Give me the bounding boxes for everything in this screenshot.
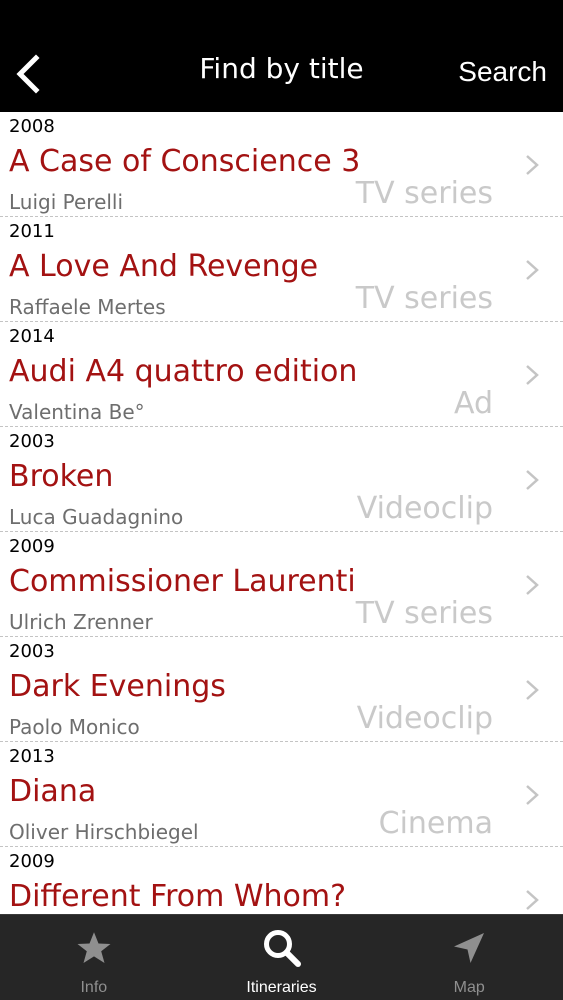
- film-type: Ad: [453, 386, 493, 421]
- navigation-bar: Find by title Search: [0, 0, 563, 112]
- list-item[interactable]: 2009 Commissioner Laurenti Ulrich Zrenne…: [0, 532, 563, 637]
- list-item[interactable]: 2003 Broken Luca Guadagnino Videoclip: [0, 427, 563, 532]
- film-title: Broken: [9, 459, 114, 494]
- list-item[interactable]: 2013 Diana Oliver Hirschbiegel Cinema: [0, 742, 563, 847]
- film-year: 2008: [9, 116, 55, 137]
- tab-itineraries[interactable]: Itineraries: [188, 915, 376, 1000]
- list-item[interactable]: 2009 Different From Whom?: [0, 847, 563, 914]
- film-year: 2014: [9, 326, 55, 347]
- film-director: Raffaele Mertes: [9, 295, 166, 319]
- star-icon: [77, 932, 111, 963]
- film-director: Ulrich Zrenner: [9, 610, 153, 634]
- tab-label: Info: [80, 979, 108, 996]
- list-item[interactable]: 2008 A Case of Conscience 3 Luigi Perell…: [0, 112, 563, 217]
- film-director: Oliver Hirschbiegel: [9, 820, 199, 844]
- film-type: TV series: [355, 281, 493, 316]
- tab-label: Map: [453, 979, 485, 996]
- film-title: Commissioner Laurenti: [9, 564, 356, 599]
- film-director: Luigi Perelli: [9, 190, 124, 214]
- search-icon: [263, 930, 301, 967]
- chevron-right-icon: [526, 890, 539, 910]
- film-type: Videoclip: [356, 491, 493, 526]
- chevron-right-icon: [526, 470, 539, 490]
- film-year: 2009: [9, 851, 55, 872]
- film-year: 2009: [9, 536, 55, 557]
- film-year: 2011: [9, 221, 55, 242]
- chevron-right-icon: [526, 260, 539, 280]
- location-arrow-icon: [454, 933, 485, 963]
- film-year: 2013: [9, 746, 55, 767]
- film-title: A Love And Revenge: [9, 249, 319, 284]
- tab-label: Itineraries: [246, 979, 317, 996]
- list-item[interactable]: 2014 Audi A4 quattro edition Valentina B…: [0, 322, 563, 427]
- tab-info[interactable]: Info: [0, 915, 188, 1000]
- tab-map[interactable]: Map: [375, 915, 563, 1000]
- chevron-right-icon: [526, 155, 539, 175]
- film-list: 2008 A Case of Conscience 3 Luigi Perell…: [0, 112, 563, 914]
- list-item[interactable]: 2011 A Love And Revenge Raffaele Mertes …: [0, 217, 563, 322]
- film-year: 2003: [9, 641, 55, 662]
- film-title: Different From Whom?: [9, 879, 347, 914]
- film-type: TV series: [355, 176, 493, 211]
- film-type: TV series: [355, 596, 493, 631]
- film-title: Audi A4 quattro edition: [9, 354, 358, 389]
- search-button[interactable]: Search: [458, 56, 547, 88]
- film-title: Diana: [9, 774, 97, 809]
- film-director: Luca Guadagnino: [9, 505, 184, 529]
- film-director: Valentina Be°: [9, 400, 145, 424]
- tab-bar: Info Itineraries Map: [0, 914, 563, 1000]
- film-title: A Case of Conscience 3: [9, 144, 361, 179]
- film-director: Paolo Monico: [9, 715, 140, 739]
- list-item[interactable]: 2003 Dark Evenings Paolo Monico Videocli…: [0, 637, 563, 742]
- film-year: 2003: [9, 431, 55, 452]
- chevron-right-icon: [526, 365, 539, 385]
- film-title: Dark Evenings: [9, 669, 226, 704]
- chevron-right-icon: [526, 785, 539, 805]
- film-type: Cinema: [378, 806, 493, 841]
- chevron-right-icon: [526, 680, 539, 700]
- chevron-right-icon: [526, 575, 539, 595]
- film-type: Videoclip: [356, 701, 493, 736]
